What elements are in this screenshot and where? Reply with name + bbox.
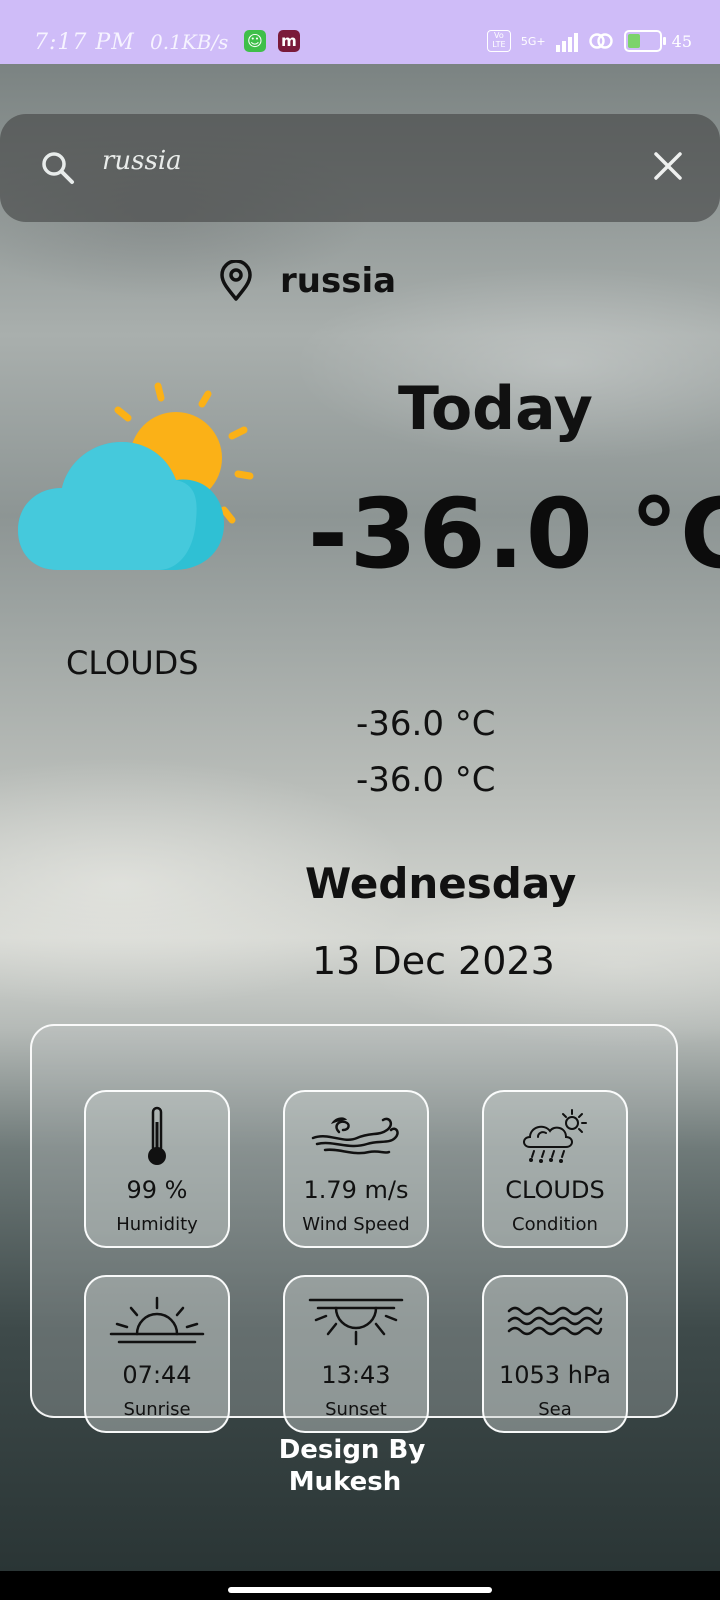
today-label: Today — [398, 374, 593, 444]
close-icon[interactable] — [652, 150, 684, 182]
date: 13 Dec 2023 — [312, 939, 555, 983]
stat-value: 07:44 — [122, 1361, 192, 1389]
stat-value: 99 % — [126, 1176, 188, 1204]
stat-label: Sunset — [325, 1399, 387, 1420]
battery-icon — [623, 30, 666, 52]
status-net-speed: 0.1KB/s — [150, 30, 229, 54]
status-indicators: Vo LTE 5G+ 45 — [486, 28, 692, 54]
weather-condition: CLOUDS — [66, 644, 199, 682]
status-bar: 7:17 PM 0.1KB/s ☺ m Vo LTE 5G+ 45 — [0, 0, 720, 64]
status-time: 7:17 PM — [34, 30, 135, 55]
stat-card-humidity: 99 % Humidity — [84, 1090, 230, 1248]
search-bar[interactable]: russia — [0, 114, 720, 222]
battery-percent: 45 — [671, 31, 692, 51]
sea-waves-icon — [507, 1306, 603, 1336]
stat-value: 13:43 — [321, 1361, 391, 1389]
credits-line-1: Design By — [278, 1435, 426, 1465]
partly-cloudy-icon — [18, 382, 254, 570]
signal-icon — [555, 30, 578, 52]
stat-value: 1053 hPa — [498, 1361, 612, 1389]
stat-value: 1.79 m/s — [303, 1176, 409, 1204]
credits: Design By Mukesh — [0, 1434, 720, 1498]
location-row: russia — [218, 260, 396, 302]
home-indicator[interactable] — [228, 1587, 492, 1593]
stat-value: CLOUDS — [505, 1176, 605, 1204]
link-icon — [588, 33, 613, 49]
wind-icon — [311, 1117, 399, 1155]
location-name: russia — [280, 261, 397, 301]
stat-card-sunset: 13:43 Sunset — [283, 1275, 429, 1433]
weather-app: russia russia Today -36.0 °C CLOUDS -36.… — [0, 64, 720, 1571]
volte-icon: Vo LTE — [486, 30, 511, 52]
search-icon[interactable] — [40, 150, 76, 186]
credits-line-2: Mukesh — [288, 1467, 402, 1497]
sunset-icon — [308, 1298, 404, 1346]
stat-label: Wind Speed — [302, 1214, 410, 1235]
temperature-max: -36.0 °C — [356, 760, 496, 800]
weather-condition-icon — [523, 1109, 587, 1163]
navigation-bar — [0, 1571, 720, 1600]
stat-card-sunrise: 07:44 Sunrise — [84, 1275, 230, 1433]
weather-stats-panel: 99 % Humidity 1.79 m/s Wind Speed CLOUDS… — [30, 1024, 678, 1433]
stat-card-wind: 1.79 m/s Wind Speed — [283, 1090, 429, 1248]
stat-card-sea-pressure: 1053 hPa Sea — [482, 1275, 628, 1433]
thermometer-icon — [148, 1106, 166, 1165]
search-input[interactable]: russia — [102, 146, 182, 176]
current-temperature: -36.0 °C — [308, 478, 720, 590]
location-pin-icon — [220, 260, 252, 301]
weekday: Wednesday — [305, 859, 577, 908]
network-type: 5G+ — [520, 34, 546, 48]
sunrise-icon — [109, 1296, 205, 1344]
stat-label: Humidity — [116, 1214, 198, 1235]
temperature-min: -36.0 °C — [356, 704, 496, 744]
stat-label: Sea — [538, 1399, 572, 1420]
stat-label: Sunrise — [123, 1399, 191, 1420]
notification-app-icon: m — [278, 30, 300, 52]
stat-card-condition: CLOUDS Condition — [482, 1090, 628, 1248]
stat-label: Condition — [512, 1214, 598, 1235]
notification-app-icon: ☺ — [244, 30, 266, 52]
